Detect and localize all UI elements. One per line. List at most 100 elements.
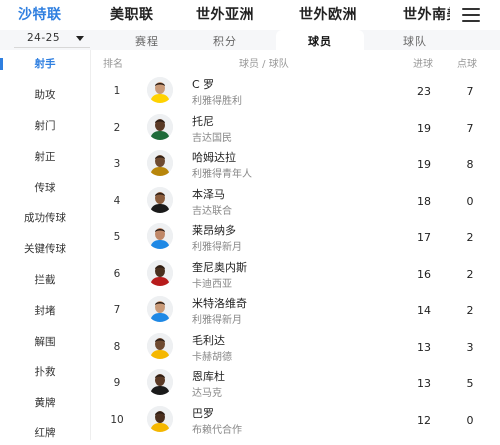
- rank-number: 7: [113, 304, 121, 316]
- chevron-down-icon: [76, 36, 84, 41]
- table-row[interactable]: 9 恩库杜 达马克 13 5: [91, 365, 500, 402]
- player-avatar: [147, 186, 173, 213]
- rank-number: 5: [113, 231, 121, 243]
- league-tab-wcq-south-america[interactable]: 世外南美: [403, 4, 450, 24]
- table-row[interactable]: 10 巴罗 布赖代合作 12 0: [91, 402, 500, 439]
- sidebar-item-passes[interactable]: 传球: [0, 176, 90, 200]
- tab-standings[interactable]: 积分: [190, 30, 260, 50]
- penalties-value: 3: [466, 340, 474, 354]
- table-row[interactable]: 8 毛利达 卡赫胡德 13 3: [91, 329, 500, 366]
- sidebar-item-key-passes[interactable]: 关键传球: [0, 237, 90, 261]
- player-name[interactable]: 哈姆达拉: [192, 149, 236, 165]
- player-avatar: [147, 223, 173, 249]
- player-name[interactable]: 毛利达: [192, 332, 225, 348]
- rank-number: 10: [110, 413, 124, 426]
- player-name[interactable]: 米特洛维奇: [192, 295, 247, 311]
- season-selector[interactable]: 24-25: [14, 30, 88, 47]
- rank-number: 4: [113, 194, 121, 207]
- menu-icon[interactable]: [462, 8, 480, 22]
- table-row[interactable]: 6 奎尼奥内斯 卡迪西亚 16 2: [91, 256, 500, 293]
- season-underline: [14, 47, 90, 48]
- player-team[interactable]: 利雅得新月: [192, 238, 242, 253]
- rank-number: 9: [113, 377, 121, 389]
- rank-number: 3: [113, 158, 121, 170]
- penalties-value: 7: [466, 85, 474, 98]
- header-player: 球员 / 球队: [239, 59, 289, 70]
- tab-players[interactable]: 球员: [276, 30, 364, 50]
- penalties-value: 7: [466, 121, 474, 135]
- penalties-value: 5: [466, 377, 474, 390]
- league-tab-wcq-europe[interactable]: 世外欧洲: [299, 4, 357, 24]
- player-team[interactable]: 利雅得胜利: [192, 92, 242, 107]
- sidebar-item-assists[interactable]: 助攻: [0, 83, 90, 107]
- player-team[interactable]: 布赖代合作: [192, 421, 242, 436]
- player-team[interactable]: 吉达联合: [192, 202, 232, 217]
- penalties-value: 0: [466, 413, 474, 427]
- rank-number: 8: [113, 340, 121, 353]
- league-tab-mls[interactable]: 美职联: [110, 4, 154, 24]
- rank-number: 6: [113, 267, 121, 280]
- player-avatar: [147, 296, 173, 322]
- player-avatar: [147, 77, 173, 103]
- sidebar-item-scorers[interactable]: 射手: [0, 52, 90, 76]
- goals-value: 12: [417, 413, 431, 427]
- player-team[interactable]: 卡赫胡德: [192, 348, 232, 363]
- table-row[interactable]: 7 米特洛维奇 利雅得新月 14 2: [91, 292, 500, 329]
- player-name[interactable]: 奎尼奥内斯: [192, 259, 247, 275]
- table-row[interactable]: 4 本泽马 吉达联合 18 0: [91, 183, 500, 220]
- header-goals: 进球: [413, 59, 433, 70]
- goals-value: 16: [417, 267, 431, 281]
- sidebar-item-saves[interactable]: 扑救: [0, 360, 90, 384]
- rank-number: 2: [113, 121, 121, 134]
- header-penalties: 点球: [457, 59, 477, 70]
- player-name[interactable]: 恩库杜: [192, 368, 225, 384]
- season-label: 24-25: [27, 32, 61, 44]
- table-row[interactable]: 5 莱昂纳多 利雅得新月 17 2: [91, 219, 500, 256]
- league-tab-saudi[interactable]: 沙特联: [18, 4, 62, 24]
- goals-value: 13: [417, 340, 431, 354]
- league-nav: 沙特联 美职联 世外亚洲 世外欧洲 世外南美: [0, 0, 500, 30]
- player-name[interactable]: 巴罗: [192, 405, 214, 421]
- table-row[interactable]: 3 哈姆达拉 利雅得青年人 19 8: [91, 146, 500, 183]
- player-avatar: [147, 259, 173, 286]
- player-avatar: [147, 332, 173, 359]
- goals-value: 13: [417, 377, 431, 390]
- tab-schedule[interactable]: 赛程: [112, 30, 182, 50]
- player-team[interactable]: 利雅得新月: [192, 311, 242, 326]
- goals-value: 18: [417, 194, 431, 208]
- sidebar-item-shots[interactable]: 射门: [0, 114, 90, 138]
- goals-value: 14: [417, 304, 431, 317]
- league-tab-overflow: 世外南美: [400, 0, 450, 30]
- goals-value: 17: [417, 231, 431, 244]
- player-team[interactable]: 利雅得青年人: [192, 165, 252, 180]
- player-name[interactable]: C 罗: [192, 76, 214, 92]
- goals-value: 19: [417, 158, 431, 171]
- penalties-value: 2: [466, 304, 474, 317]
- tab-teams[interactable]: 球队: [380, 30, 450, 50]
- sidebar-item-blocks[interactable]: 封堵: [0, 299, 90, 323]
- player-team[interactable]: 达马克: [192, 384, 222, 399]
- penalties-value: 0: [466, 194, 474, 208]
- sidebar-item-shots-on-target[interactable]: 射正: [0, 145, 90, 169]
- sidebar-item-interceptions[interactable]: 拦截: [0, 268, 90, 292]
- table-row[interactable]: 1 C 罗利雅得胜利 23 7: [91, 73, 500, 110]
- penalties-value: 2: [466, 267, 474, 281]
- sidebar-item-successful-passes[interactable]: 成功传球: [0, 206, 90, 230]
- sidebar-item-red-cards[interactable]: 红牌: [0, 421, 90, 445]
- penalties-value: 8: [466, 158, 474, 171]
- player-team[interactable]: 吉达国民: [192, 129, 232, 144]
- player-team[interactable]: 卡迪西亚: [192, 275, 232, 290]
- sidebar-item-yellow-cards[interactable]: 黄牌: [0, 391, 90, 415]
- player-name[interactable]: 莱昂纳多: [192, 222, 236, 238]
- league-tab-wcq-asia[interactable]: 世外亚洲: [196, 4, 254, 24]
- rank-number: 1: [113, 85, 121, 97]
- player-name[interactable]: 托尼: [192, 113, 214, 129]
- header-rank: 排名: [103, 59, 123, 70]
- table-header: 排名 球员 / 球队 进球 点球: [91, 50, 500, 72]
- goals-value: 23: [417, 85, 431, 98]
- sidebar-item-clearances[interactable]: 解围: [0, 330, 90, 354]
- table-row[interactable]: 2 托尼 吉达国民 19 7: [91, 110, 500, 147]
- player-name[interactable]: 本泽马: [192, 186, 225, 202]
- goals-value: 19: [417, 121, 431, 135]
- player-avatar: [147, 113, 173, 140]
